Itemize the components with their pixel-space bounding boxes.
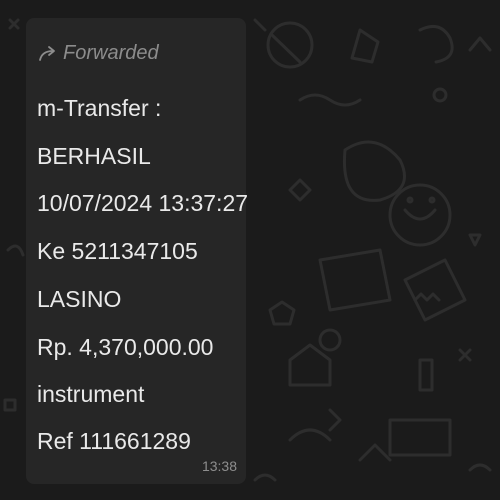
message-line-recipient: LASINO <box>37 286 122 312</box>
message-line-note: instrument <box>37 381 145 407</box>
forwarded-header: Forwarded <box>37 42 159 65</box>
message-line-reference: Ref 111661289 <box>37 428 191 454</box>
message-line-amount: Rp. 4,370,000.00 <box>37 334 214 360</box>
message-line-status: BERHASIL <box>37 143 151 169</box>
forward-arrow-icon <box>39 45 55 61</box>
forwarded-label: Forwarded <box>63 42 159 64</box>
message-line-datetime: 10/07/2024 13:37:27 <box>37 190 249 216</box>
message-line-title: m-Transfer : <box>37 95 162 121</box>
message-line-account: Ke 5211347105 <box>37 238 198 264</box>
forwarded-message-bubble[interactable]: Forwarded m-Transfer : BERHASIL 10/07/20… <box>26 18 249 484</box>
message-timestamp: 13:38 <box>201 458 237 474</box>
